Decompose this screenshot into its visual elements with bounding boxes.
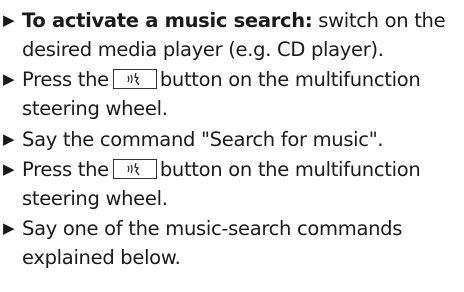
step-text-continued: explained below.	[22, 246, 181, 269]
step-text: Press the	[22, 68, 109, 91]
step-text: switch on the	[312, 9, 446, 32]
step-text-continued: desired media player (e.g. CD player).	[22, 38, 384, 61]
step-text: Say the command "Search for music".	[22, 128, 384, 151]
step-text-continued: steering wheel.	[22, 97, 168, 120]
voice-control-icon	[127, 162, 140, 176]
bullet-arrow-icon: ▶	[3, 130, 15, 148]
step-text: button on the multifunction	[159, 158, 421, 181]
bullet-arrow-icon: ▶	[3, 11, 15, 29]
step-text: Say one of the music-search commands	[22, 217, 403, 240]
bullet-arrow-icon: ▶	[3, 219, 15, 237]
step-bold-lead: To activate a music search:	[22, 9, 313, 32]
voice-control-key	[112, 159, 157, 179]
bullet-arrow-icon: ▶	[3, 160, 15, 178]
step-text: Press the	[22, 158, 109, 181]
list-item: ▶ To activate a music search: switch on …	[0, 6, 464, 64]
list-item: ▶ Say one of the music-search commands e…	[0, 214, 464, 272]
list-item: ▶ Say the command "Search for music".	[0, 125, 464, 154]
bullet-arrow-icon: ▶	[3, 70, 15, 88]
voice-control-key	[112, 69, 157, 89]
step-text-continued: steering wheel.	[22, 187, 168, 210]
step-text: button on the multifunction	[159, 68, 421, 91]
voice-control-icon	[127, 72, 140, 86]
list-item: ▶ Press the button on the multifunction s…	[0, 155, 464, 213]
instruction-list: ▶ To activate a music search: switch on …	[0, 0, 464, 292]
list-item: ▶ Press the button on the multifunction s…	[0, 65, 464, 123]
